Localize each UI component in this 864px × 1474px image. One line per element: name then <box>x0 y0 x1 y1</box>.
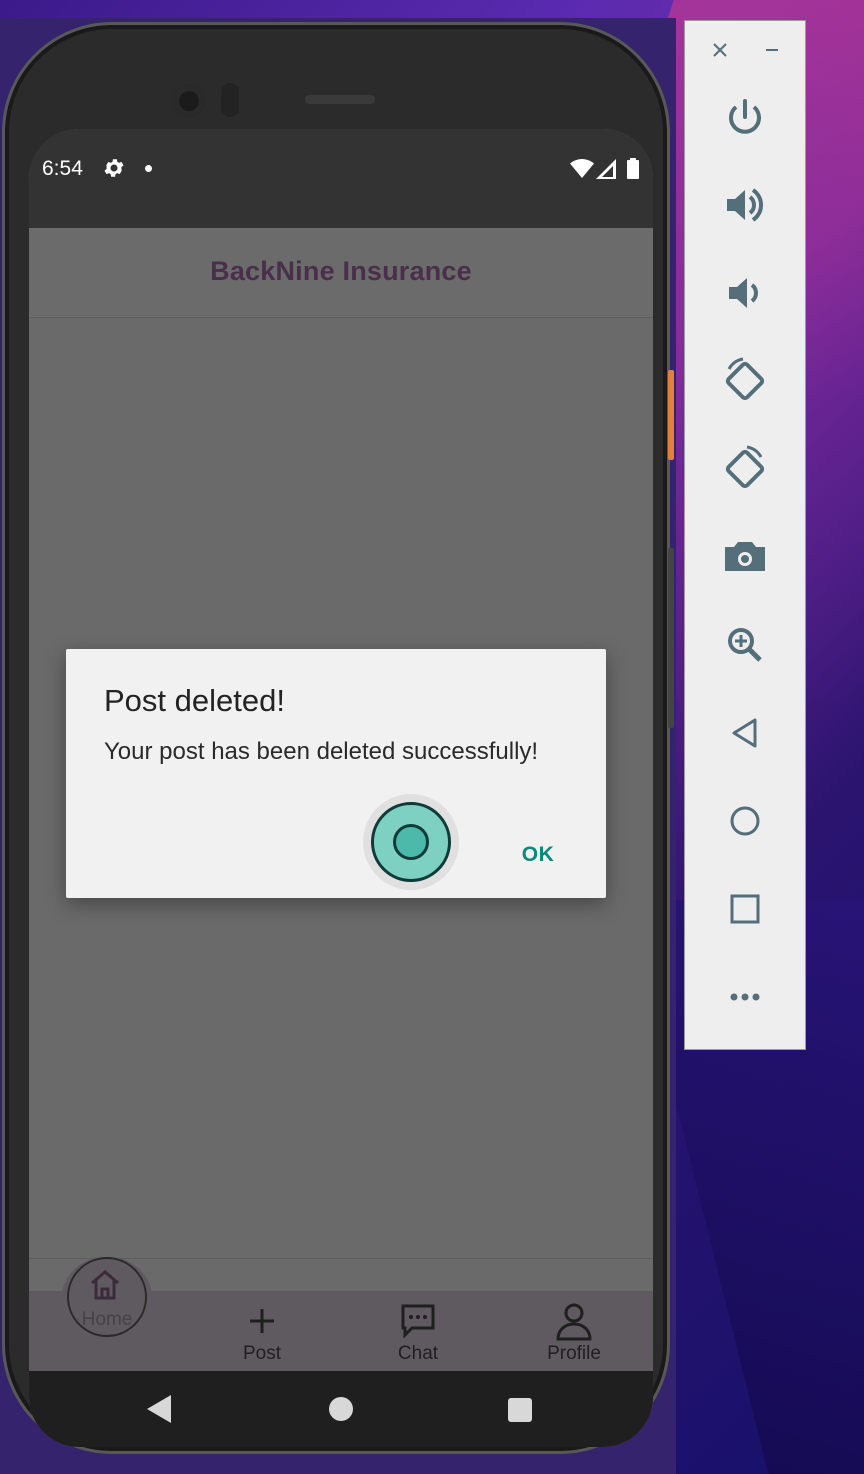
battery-icon <box>627 158 639 179</box>
touch-indicator-ring <box>371 802 451 882</box>
nav-label-home: Home <box>81 1309 133 1330</box>
status-bar: 6:54 <box>29 129 653 228</box>
rotate-right-icon[interactable] <box>715 439 775 499</box>
chat-icon <box>398 1301 438 1341</box>
home-icon <box>88 1269 122 1301</box>
status-time: 6:54 <box>42 157 83 180</box>
ok-button[interactable]: OK <box>508 837 568 873</box>
settings-gear-icon <box>102 156 126 180</box>
system-recents-icon[interactable] <box>508 1398 532 1422</box>
power-side-button <box>668 370 674 460</box>
overview-icon[interactable] <box>715 879 775 939</box>
volume-down-icon[interactable] <box>715 263 775 323</box>
alert-dialog: Post deleted! Your post has been deleted… <box>66 649 606 898</box>
volume-up-icon[interactable] <box>715 175 775 235</box>
plus-icon <box>242 1301 282 1341</box>
nav-item-post[interactable]: Post <box>207 1301 317 1365</box>
wifi-icon <box>570 159 594 179</box>
more-icon[interactable] <box>715 967 775 1027</box>
system-home-icon[interactable] <box>329 1397 353 1421</box>
nav-item-chat[interactable]: Chat <box>363 1301 473 1365</box>
page-title: BackNine Insurance <box>210 256 472 286</box>
emulator-toolbar <box>684 20 806 1050</box>
touch-indicator-dot <box>393 824 429 860</box>
front-camera <box>173 85 205 117</box>
dialog-title: Post deleted! <box>104 683 285 718</box>
camera-icon[interactable] <box>715 527 775 587</box>
nav-item-profile[interactable]: Profile <box>519 1301 629 1365</box>
system-back-icon[interactable] <box>147 1395 173 1423</box>
person-icon <box>554 1301 594 1341</box>
close-icon[interactable] <box>709 39 731 61</box>
nav-label-chat: Chat <box>397 1343 439 1364</box>
notification-dot-icon <box>145 165 152 172</box>
nav-label-profile: Profile <box>547 1343 601 1364</box>
volume-side-button <box>668 548 674 728</box>
power-icon[interactable] <box>715 87 775 147</box>
nav-label-post: Post <box>242 1343 282 1364</box>
minimize-icon[interactable] <box>761 39 783 61</box>
nav-item-home[interactable]: Home <box>67 1257 147 1337</box>
back-icon[interactable] <box>715 703 775 763</box>
touch-indicator <box>363 794 459 890</box>
signal-icon <box>596 159 616 179</box>
zoom-icon[interactable] <box>715 615 775 675</box>
earpiece-speaker <box>305 95 375 104</box>
rotate-left-icon[interactable] <box>715 351 775 411</box>
system-navigation-bar <box>29 1371 653 1447</box>
app-bar: BackNine Insurance <box>29 228 653 318</box>
proximity-sensor <box>221 83 239 117</box>
dialog-message: Your post has been deleted successfully! <box>104 738 539 765</box>
home-circle-icon[interactable] <box>715 791 775 851</box>
